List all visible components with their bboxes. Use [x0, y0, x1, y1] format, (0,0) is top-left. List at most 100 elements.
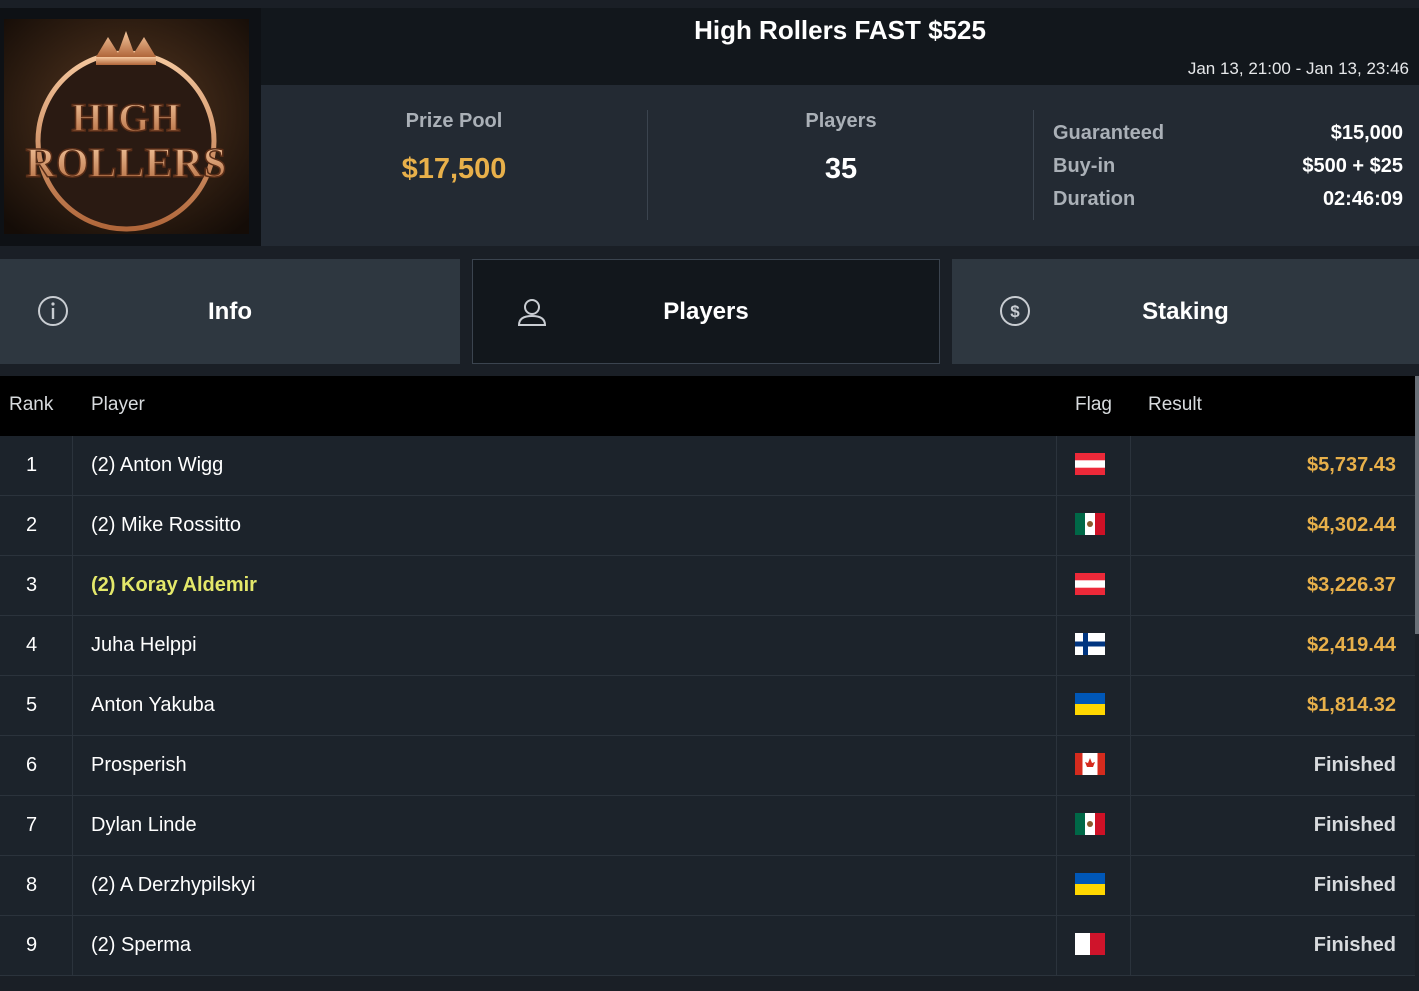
buyin-value: $500 + $25 [1302, 155, 1403, 177]
rank-cell: 2 [0, 496, 73, 555]
canada-flag-icon [1075, 753, 1105, 775]
result-value: $3,226.37 [1307, 574, 1396, 596]
table-row[interactable]: 9 (2) Sperma Finished [0, 916, 1415, 976]
rank-value: 9 [26, 934, 38, 956]
finland-flag-icon [1075, 633, 1105, 655]
rank-cell: 5 [0, 676, 73, 735]
flag-cell [1056, 496, 1131, 555]
rank-cell: 6 [0, 736, 73, 795]
guaranteed-value: $15,000 [1330, 122, 1403, 144]
divider [1033, 110, 1034, 220]
table-row[interactable]: 6 Prosperish Finished [0, 736, 1415, 796]
svg-text:ROLLERS: ROLLERS [26, 141, 227, 187]
flag-cell [1056, 796, 1131, 855]
table-row[interactable]: 3 (2) Koray Aldemir $3,226.37 [0, 556, 1415, 616]
prize-pool-stat: Prize Pool $17,500 [261, 110, 647, 186]
flag-cell [1056, 736, 1131, 795]
guaranteed-label: Guaranteed [1053, 122, 1165, 144]
rank-cell: 4 [0, 616, 73, 675]
rank-cell: 1 [0, 436, 73, 495]
flag-cell [1056, 436, 1131, 495]
rank-value: 8 [26, 874, 38, 896]
tournament-logo: HIGH ROLLERS [0, 8, 261, 246]
duration-label: Duration [1053, 188, 1136, 210]
dollar-icon: $ [998, 294, 1032, 335]
tab-info[interactable]: Info [0, 259, 460, 364]
players-value: 35 [824, 153, 858, 185]
rank-cell: 8 [0, 856, 73, 915]
tournament-stats: Prize Pool $17,500 Players 35 Guaranteed… [261, 85, 1419, 246]
player-name[interactable]: (2) A Derzhypilskyi [91, 874, 256, 897]
tournament-dates: Jan 13, 21:00 - Jan 13, 23:46 [261, 53, 1419, 85]
rank-value: 3 [26, 574, 38, 596]
result-header[interactable]: Result [1148, 394, 1202, 416]
flag-header[interactable]: Flag [1075, 394, 1112, 416]
result-value: Finished [1313, 934, 1396, 956]
rank-value: 7 [26, 814, 38, 836]
scrollbar[interactable] [1415, 376, 1419, 634]
austria-flag-icon [1075, 453, 1105, 475]
player-name[interactable]: (2) Sperma [91, 934, 191, 957]
player-name[interactable]: (2) Koray Aldemir [91, 574, 257, 597]
rank-value: 5 [26, 694, 38, 716]
table-row[interactable]: 2 (2) Mike Rossitto $4,302.44 [0, 496, 1415, 556]
rank-cell: 9 [0, 916, 73, 975]
players-stat: Players 35 [648, 110, 1034, 186]
malta-flag-icon [1075, 933, 1105, 955]
table-row[interactable]: 5 Anton Yakuba $1,814.32 [0, 676, 1415, 736]
mexico-flag-icon [1075, 813, 1105, 835]
prize-pool-value: $17,500 [401, 153, 507, 185]
rank-value: 2 [26, 514, 38, 536]
result-value: $2,419.44 [1307, 634, 1396, 656]
svg-text:HIGH: HIGH [72, 95, 181, 140]
tab-staking-label: Staking [1142, 297, 1229, 325]
rank-value: 6 [26, 754, 38, 776]
rank-value: 1 [26, 454, 38, 476]
player-name[interactable]: Dylan Linde [91, 814, 197, 837]
buyin-label: Buy-in [1053, 155, 1116, 177]
prize-pool-label: Prize Pool [405, 110, 503, 132]
player-name[interactable]: Juha Helppi [91, 634, 197, 657]
tab-staking[interactable]: $ Staking [952, 259, 1419, 364]
ukraine-flag-icon [1075, 873, 1105, 895]
table-row[interactable]: 4 Juha Helppi $2,419.44 [0, 616, 1415, 676]
flag-cell [1056, 856, 1131, 915]
user-icon [515, 295, 549, 336]
tab-players[interactable]: Players [472, 259, 940, 364]
tournament-title: High Rollers FAST $525 [261, 8, 1419, 53]
rank-header[interactable]: Rank [9, 394, 53, 416]
tab-info-label: Info [208, 297, 252, 325]
mexico-flag-icon [1075, 513, 1105, 535]
result-value: $4,302.44 [1307, 514, 1396, 536]
flag-cell [1056, 616, 1131, 675]
table-row[interactable]: 8 (2) A Derzhypilskyi Finished [0, 856, 1415, 916]
result-value: Finished [1313, 874, 1396, 896]
table-row[interactable]: 1 (2) Anton Wigg $5,737.43 [0, 436, 1415, 496]
ukraine-flag-icon [1075, 693, 1105, 715]
austria-flag-icon [1075, 573, 1105, 595]
rank-value: 4 [26, 634, 38, 656]
flag-cell [1056, 916, 1131, 975]
player-header[interactable]: Player [91, 394, 145, 416]
result-value: $5,737.43 [1307, 454, 1396, 476]
svg-text:$: $ [1010, 302, 1020, 321]
player-name[interactable]: (2) Anton Wigg [91, 454, 223, 477]
flag-cell [1056, 556, 1131, 615]
flag-cell [1056, 676, 1131, 735]
result-value: $1,814.32 [1307, 694, 1396, 716]
table-body: 1 (2) Anton Wigg $5,737.43 2 (2) Mike Rossit… [0, 436, 1415, 976]
players-label: Players [805, 110, 877, 132]
players-table: Rank Player Flag Result 1 (2) Anton Wigg $… [0, 376, 1415, 976]
player-name[interactable]: Prosperish [91, 754, 187, 777]
tab-players-label: Players [663, 297, 749, 325]
table-row[interactable]: 7 Dylan Linde Finished [0, 796, 1415, 856]
info-icon [36, 294, 70, 335]
tournament-header: HIGH ROLLERS High Rollers FAST $525 Jan … [0, 0, 1419, 247]
player-name[interactable]: (2) Mike Rossitto [91, 514, 241, 537]
duration-value: 02:46:09 [1322, 188, 1403, 210]
player-name[interactable]: Anton Yakuba [91, 694, 215, 717]
result-value: Finished [1313, 814, 1396, 836]
table-header: Rank Player Flag Result [0, 376, 1415, 436]
rank-cell: 3 [0, 556, 73, 615]
rank-cell: 7 [0, 796, 73, 855]
